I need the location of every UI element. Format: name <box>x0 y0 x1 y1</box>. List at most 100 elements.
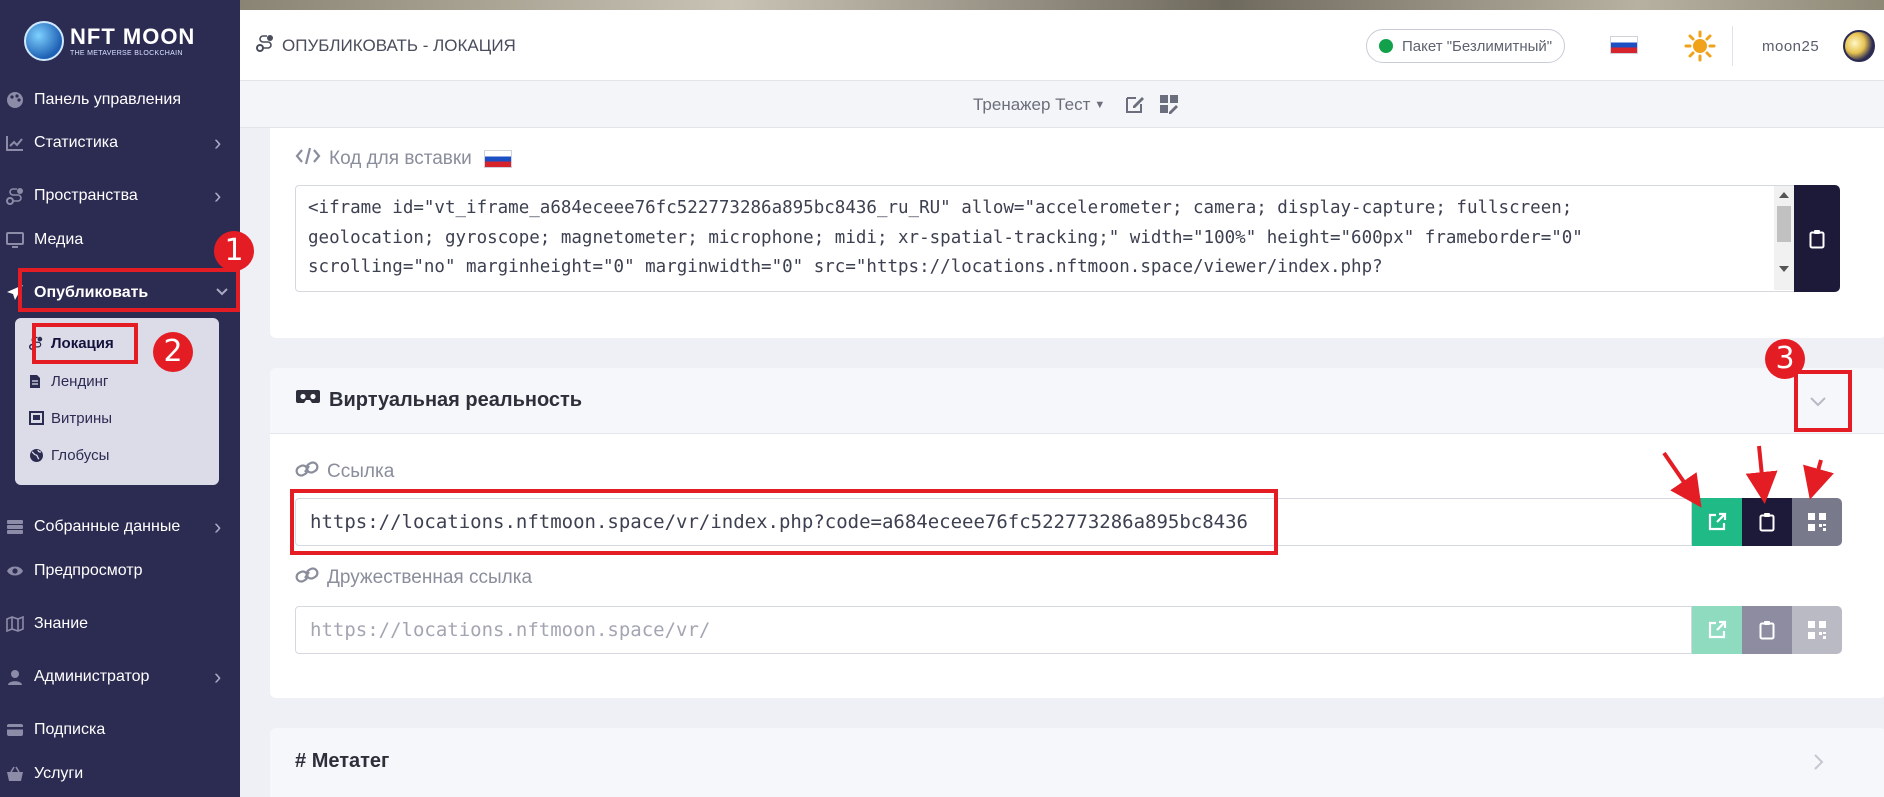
embed-code-label: Код для вставки <box>295 146 512 172</box>
header-background-strip <box>240 0 1884 10</box>
scroll-thumb[interactable] <box>1777 206 1791 242</box>
sidebar-item-subscription[interactable]: Подписка <box>0 712 240 748</box>
sidebar-item-preview[interactable]: Предпросмотр <box>0 553 240 589</box>
metatag-title-text: Метатег <box>311 750 390 772</box>
chart-icon <box>4 132 26 154</box>
tour-toolbar: Тренажер Тест ▼ <box>240 80 1884 128</box>
sidebar-item-label: Услуги <box>34 765 84 782</box>
language-flag-ru-icon[interactable] <box>1610 36 1638 54</box>
chevron-right-icon: › <box>214 130 222 155</box>
plan-label: Пакет "Безлимитный" <box>1402 37 1553 55</box>
database-icon <box>4 516 26 538</box>
submenu-item-showcases[interactable]: Витрины <box>29 404 112 432</box>
caret-down-icon: ▼ <box>1094 99 1106 111</box>
sidebar-item-collected-data[interactable]: Собранные данные › <box>0 509 240 545</box>
annotation-number-2: 2 <box>153 332 193 372</box>
vr-headset-icon <box>295 388 321 412</box>
eye-icon <box>4 560 26 582</box>
embed-code-line: geolocation; gyroscope; magnetometer; mi… <box>308 227 1583 248</box>
textarea-scrollbar[interactable] <box>1774 186 1794 290</box>
copy-link-button[interactable] <box>1742 498 1792 546</box>
sidebar-item-label: Знание <box>34 615 89 632</box>
annotation-box-location <box>32 323 138 364</box>
embed-code-line: <iframe id="vt_iframe_a684eceee76fc52277… <box>308 198 1573 218</box>
avatar[interactable] <box>1843 30 1875 62</box>
layout-edit-icon[interactable] <box>1158 93 1180 115</box>
header-divider <box>1732 26 1733 66</box>
sidebar-item-dashboard[interactable]: Панель управления <box>0 82 240 118</box>
sidebar-item-label: Подписка <box>34 721 106 738</box>
route-icon <box>256 34 274 57</box>
map-icon <box>4 613 26 635</box>
logo[interactable]: NFT MOON THE METAVERSE BLOCKCHAIN <box>24 15 200 67</box>
submenu-item-landing[interactable]: Лендинг <box>29 367 108 395</box>
chevron-right-icon[interactable] <box>1807 751 1829 773</box>
external-link-icon <box>1708 620 1727 639</box>
annotation-number-3: 3 <box>1765 339 1805 379</box>
sidebar-item-spaces[interactable]: Пространства › <box>0 178 240 214</box>
friendly-link-label: Дружественная ссылка <box>295 566 532 590</box>
virtual-reality-title: Виртуальная реальность <box>295 388 582 412</box>
monitor-icon <box>4 229 26 251</box>
friendly-link-input[interactable]: https://locations.nftmoon.space/vr/ <box>295 606 1692 654</box>
annotation-box-vr-link <box>290 489 1278 555</box>
logo-subtitle: THE METAVERSE BLOCKCHAIN <box>70 49 183 57</box>
open-friendly-link-button[interactable] <box>1692 606 1742 654</box>
sidebar-item-label: Статистика <box>34 134 119 151</box>
friendly-link-label-text: Дружественная ссылка <box>327 567 533 588</box>
scroll-down-icon[interactable] <box>1779 266 1789 272</box>
scroll-up-icon[interactable] <box>1779 192 1789 198</box>
moon-logo-icon <box>24 21 64 61</box>
virtual-reality-header[interactable]: Виртуальная реальность <box>270 368 1884 434</box>
sidebar-item-services[interactable]: Услуги <box>0 756 240 792</box>
chevron-right-icon: › <box>214 514 222 539</box>
submenu-item-globes[interactable]: Глобусы <box>29 441 109 469</box>
link-label-text: Ссылка <box>327 461 395 482</box>
theme-sun-icon[interactable] <box>1684 30 1716 62</box>
username[interactable]: moon25 <box>1762 38 1819 55</box>
page-title: ОПУБЛИКОВАТЬ - ЛОКАЦИЯ <box>256 34 516 57</box>
user-icon <box>4 666 26 688</box>
clipboard-icon <box>1759 513 1775 532</box>
annotation-box-publish <box>18 268 240 312</box>
logo-title: NFT MOON <box>70 23 196 49</box>
sidebar-item-media[interactable]: Медиа <box>0 222 240 258</box>
qr-code-button[interactable] <box>1792 498 1842 546</box>
link-icon <box>295 566 319 590</box>
sidebar-item-label: Собранные данные <box>34 518 181 535</box>
edit-icon[interactable] <box>1124 93 1146 115</box>
clipboard-icon <box>1759 621 1775 640</box>
metatag-panel[interactable]: # Метатег <box>270 728 1884 797</box>
status-dot-icon <box>1379 39 1393 53</box>
annotation-number-1: 1 <box>214 231 254 271</box>
sidebar-item-label: Панель управления <box>34 91 181 108</box>
palette-icon <box>4 89 26 111</box>
tour-select[interactable]: Тренажер Тест ▼ <box>973 95 1105 115</box>
embed-code-textarea[interactable]: <iframe id="vt_iframe_a684eceee76fc52277… <box>295 185 1795 292</box>
globe-icon <box>29 448 45 463</box>
embed-code-label-text: Код для вставки <box>329 148 472 169</box>
submenu-item-label: Витрины <box>51 409 113 427</box>
copy-friendly-link-button[interactable] <box>1742 606 1792 654</box>
route-icon <box>4 185 26 207</box>
embed-code-panel: Код для вставки <iframe id="vt_iframe_a6… <box>270 128 1884 338</box>
basket-icon <box>4 763 26 785</box>
open-link-button[interactable] <box>1692 498 1742 546</box>
sidebar-item-statistics[interactable]: Статистика › <box>0 125 240 161</box>
sidebar-item-label: Администратор <box>34 668 150 685</box>
plan-badge[interactable]: Пакет "Безлимитный" <box>1366 29 1566 63</box>
copy-embed-button[interactable] <box>1794 185 1840 292</box>
sidebar-item-knowledge[interactable]: Знание <box>0 606 240 642</box>
sidebar: NFT MOON THE METAVERSE BLOCKCHAIN Панель… <box>0 0 240 797</box>
showcase-icon <box>29 411 45 425</box>
sidebar-item-label: Пространства <box>34 187 138 204</box>
chevron-right-icon: › <box>214 664 222 689</box>
sidebar-item-admin[interactable]: Администратор › <box>0 659 240 695</box>
page-title-text: ОПУБЛИКОВАТЬ - ЛОКАЦИЯ <box>282 35 516 55</box>
qr-code-icon <box>1808 513 1826 531</box>
sidebar-item-label: Медиа <box>34 231 84 248</box>
friendly-qr-code-button[interactable] <box>1792 606 1842 654</box>
chevron-right-icon: › <box>214 183 222 208</box>
external-link-icon <box>1708 512 1727 531</box>
link-icon <box>295 460 319 484</box>
